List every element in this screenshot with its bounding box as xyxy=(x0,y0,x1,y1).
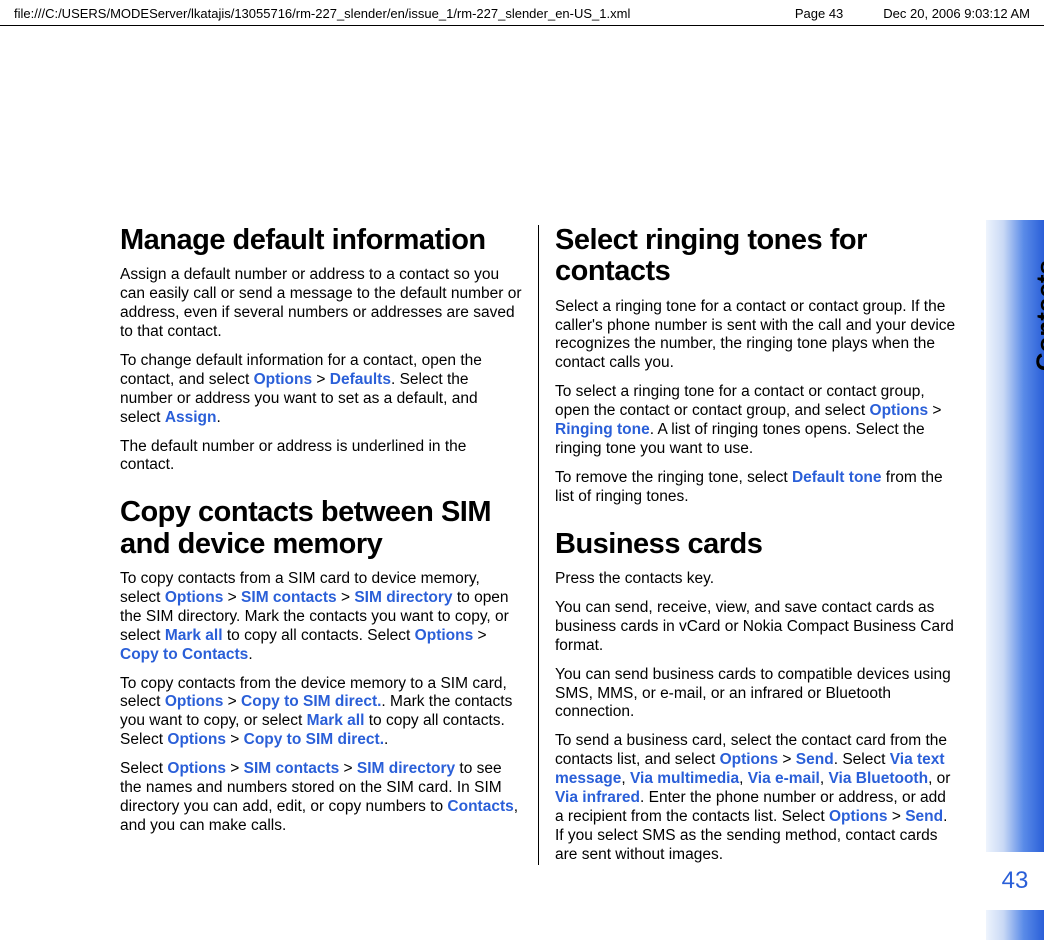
heading-business-cards: Business cards xyxy=(555,529,956,560)
right-column: Select ringing tones for contacts Select… xyxy=(538,225,956,865)
body-text: To remove the ringing tone, select Defau… xyxy=(555,469,956,507)
section-label: Contacts xyxy=(1030,260,1044,371)
body-text: To change default information for a cont… xyxy=(120,352,522,428)
menu-keyword: SIM contacts xyxy=(241,589,337,606)
body-text: Select a ringing tone for a contact or c… xyxy=(555,298,956,374)
menu-keyword: Send xyxy=(796,751,834,768)
body-text: To copy contacts from the device memory … xyxy=(120,675,522,751)
menu-keyword: Options xyxy=(165,589,224,606)
menu-keyword: Options xyxy=(870,402,929,419)
page-number: 43 xyxy=(986,852,1044,910)
menu-keyword: Options xyxy=(829,808,888,825)
body-text: You can send business cards to compatibl… xyxy=(555,666,956,723)
menu-keyword: Contacts xyxy=(447,798,513,815)
menu-keyword: Copy to SIM direct. xyxy=(244,731,384,748)
body-text: To send a business card, select the cont… xyxy=(555,732,956,864)
body-text: Assign a default number or address to a … xyxy=(120,266,522,342)
content-columns: Manage default information Assign a defa… xyxy=(120,225,960,865)
print-header: file:///C:/USERS/MODEServer/lkatajis/130… xyxy=(0,0,1044,26)
menu-keyword: Copy to Contacts xyxy=(120,646,248,663)
menu-keyword: Via multimedia xyxy=(630,770,739,787)
menu-keyword: Copy to SIM direct. xyxy=(241,693,381,710)
menu-keyword: Ringing tone xyxy=(555,421,650,438)
menu-keyword: Via e-mail xyxy=(748,770,820,787)
menu-keyword: Mark all xyxy=(307,712,365,729)
menu-keyword: Options xyxy=(167,731,226,748)
menu-keyword: SIM directory xyxy=(354,589,452,606)
page-body: Contacts 43 Manage default information A… xyxy=(0,30,1044,940)
heading-copy-contacts: Copy contacts between SIM and device mem… xyxy=(120,497,522,560)
timestamp: Dec 20, 2006 9:03:12 AM xyxy=(883,6,1030,21)
heading-manage-default: Manage default information xyxy=(120,225,522,256)
menu-keyword: Options xyxy=(720,751,779,768)
menu-keyword: SIM directory xyxy=(357,760,455,777)
menu-keyword: Assign xyxy=(165,409,217,426)
body-text: Press the contacts key. xyxy=(555,570,956,589)
body-text: You can send, receive, view, and save co… xyxy=(555,599,956,656)
menu-keyword: Send xyxy=(905,808,943,825)
left-column: Manage default information Assign a defa… xyxy=(120,225,538,865)
menu-keyword: Options xyxy=(254,371,313,388)
file-path: file:///C:/USERS/MODEServer/lkatajis/130… xyxy=(14,6,630,21)
body-text: The default number or address is underli… xyxy=(120,438,522,476)
menu-keyword: Default tone xyxy=(792,469,882,486)
menu-keyword: Options xyxy=(167,760,226,777)
menu-keyword: Options xyxy=(165,693,224,710)
menu-keyword: Mark all xyxy=(165,627,223,644)
menu-keyword: Options xyxy=(415,627,474,644)
menu-keyword: Defaults xyxy=(330,371,391,388)
body-text: To copy contacts from a SIM card to devi… xyxy=(120,570,522,665)
body-text: Select Options > SIM contacts > SIM dire… xyxy=(120,760,522,836)
heading-ringing-tones: Select ringing tones for contacts xyxy=(555,225,956,288)
page-label: Page 43 xyxy=(795,6,843,21)
body-text: To select a ringing tone for a contact o… xyxy=(555,383,956,459)
menu-keyword: Via Bluetooth xyxy=(828,770,928,787)
menu-keyword: SIM contacts xyxy=(244,760,340,777)
menu-keyword: Via infrared xyxy=(555,789,640,806)
